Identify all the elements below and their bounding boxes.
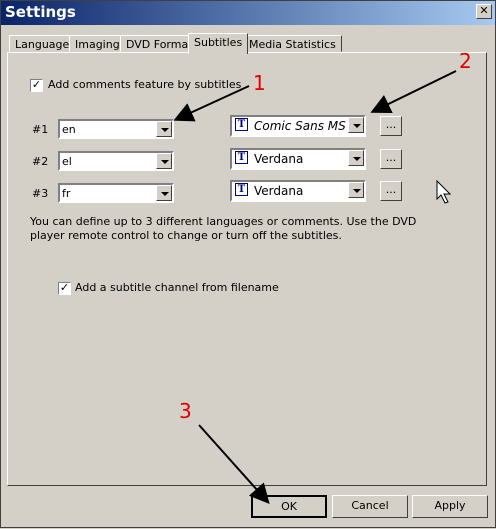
cancel-button[interactable]: Cancel bbox=[332, 495, 408, 518]
add-comments-checkbox[interactable]: ✓ bbox=[30, 79, 43, 92]
language-select-1[interactable]: en bbox=[58, 119, 174, 139]
tab-language[interactable]: Language bbox=[9, 35, 76, 52]
title-bar[interactable]: Settings ✕ bbox=[1, 1, 495, 25]
language-value-1: en bbox=[62, 123, 76, 136]
font-select-1[interactable]: T Comic Sans MS bbox=[230, 115, 366, 137]
font-value-1: Comic Sans MS bbox=[254, 119, 346, 133]
chevron-down-icon[interactable] bbox=[348, 117, 364, 133]
close-button[interactable]: ✕ bbox=[476, 4, 492, 19]
row-number-3: #3 bbox=[32, 187, 49, 200]
language-select-3[interactable]: fr bbox=[58, 183, 174, 203]
add-channel-checkbox[interactable]: ✓ bbox=[58, 282, 71, 295]
check-icon: ✓ bbox=[31, 78, 42, 91]
chevron-down-icon[interactable] bbox=[156, 153, 172, 169]
font-select-2[interactable]: T Verdana bbox=[230, 148, 366, 170]
info-text-line-1: You can define up to 3 different languag… bbox=[30, 215, 417, 228]
apply-button[interactable]: Apply bbox=[412, 495, 488, 518]
check-icon: ✓ bbox=[59, 281, 70, 294]
font-select-3[interactable]: T Verdana bbox=[230, 180, 366, 202]
font-value-3: Verdana bbox=[254, 184, 304, 198]
annotation-2: 2 bbox=[459, 49, 472, 73]
add-comments-label: Add comments feature by subtitles bbox=[48, 78, 242, 91]
subtitles-panel: ✓ Add comments feature by subtitles #1 e… bbox=[7, 52, 487, 486]
info-text-line-2: player remote control to change or turn … bbox=[30, 229, 342, 242]
dialog-title: Settings bbox=[5, 3, 76, 21]
chevron-down-icon[interactable] bbox=[156, 185, 172, 201]
settings-dialog: Settings ✕ Language Imaging DVD Format S… bbox=[0, 0, 496, 528]
chevron-down-icon[interactable] bbox=[348, 182, 364, 198]
chevron-down-icon[interactable] bbox=[348, 150, 364, 166]
language-value-2: el bbox=[62, 155, 72, 168]
tab-imaging[interactable]: Imaging bbox=[69, 35, 126, 52]
annotation-1: 1 bbox=[253, 71, 266, 95]
tab-subtitles[interactable]: Subtitles bbox=[188, 33, 249, 54]
font-icon: T bbox=[235, 151, 248, 164]
row-number-1: #1 bbox=[32, 123, 49, 136]
font-options-button-2[interactable]: ... bbox=[380, 149, 402, 169]
annotation-3: 3 bbox=[179, 399, 192, 423]
ok-button[interactable]: OK bbox=[251, 495, 327, 518]
font-options-button-3[interactable]: ... bbox=[380, 181, 402, 201]
language-select-2[interactable]: el bbox=[58, 151, 174, 171]
chevron-down-icon[interactable] bbox=[156, 121, 172, 137]
language-value-3: fr bbox=[62, 187, 71, 200]
add-channel-label: Add a subtitle channel from filename bbox=[75, 281, 279, 294]
tab-dvd-format[interactable]: DVD Format bbox=[120, 35, 199, 52]
font-options-button-1[interactable]: ... bbox=[380, 116, 402, 136]
font-icon: T bbox=[235, 183, 248, 196]
tab-media-statistics[interactable]: Media Statistics bbox=[243, 35, 342, 52]
row-number-2: #2 bbox=[32, 155, 49, 168]
font-icon: T bbox=[235, 118, 248, 131]
font-value-2: Verdana bbox=[254, 152, 304, 166]
close-icon: ✕ bbox=[479, 4, 489, 17]
